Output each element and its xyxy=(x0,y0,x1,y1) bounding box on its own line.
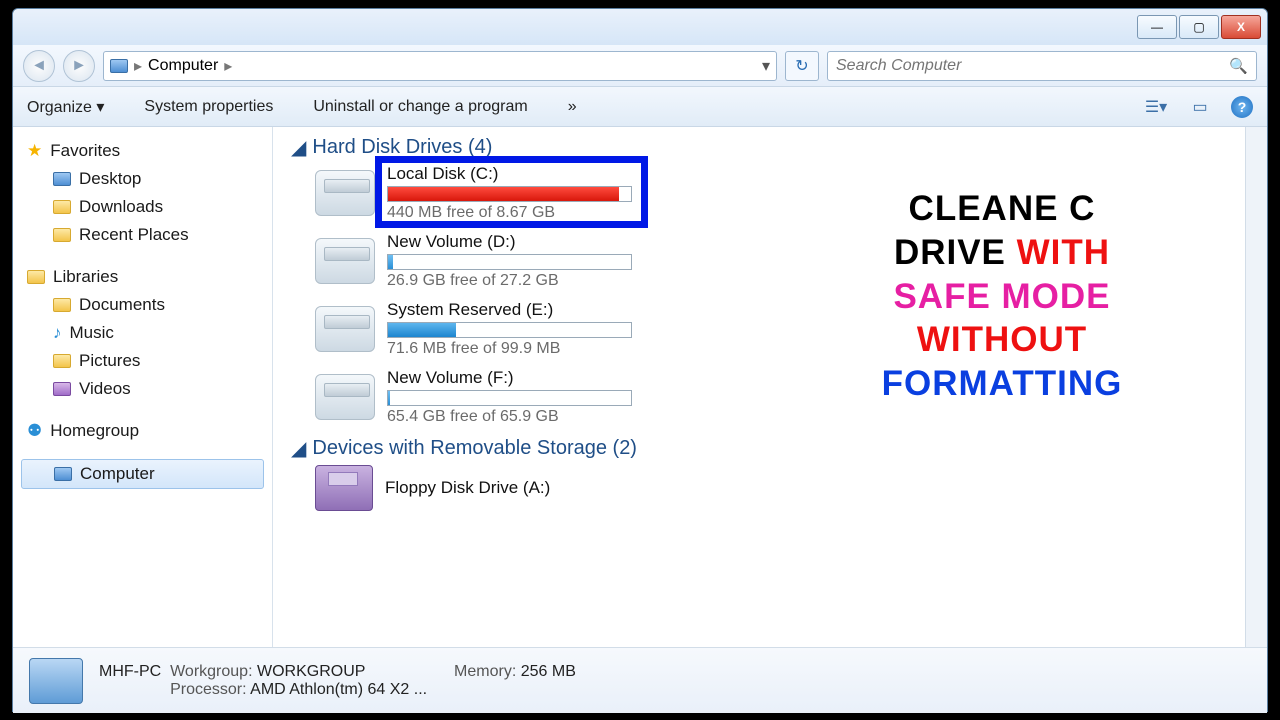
organize-menu[interactable]: Organize ▾ xyxy=(27,97,104,117)
drive-floppy[interactable]: Floppy Disk Drive (A:) xyxy=(315,465,1257,511)
nav-sidebar: ★Favorites Desktop Downloads Recent Plac… xyxy=(13,127,273,647)
forward-button[interactable]: ► xyxy=(63,50,95,82)
search-icon: 🔍 xyxy=(1229,57,1248,75)
libraries-icon xyxy=(27,270,45,284)
hdd-icon xyxy=(315,170,375,216)
pc-name: MHF-PC xyxy=(99,663,161,680)
status-text: MHF-PC Workgroup: WORKGROUP Memory: 256 … xyxy=(99,663,576,699)
drive-free-text: 440 MB free of 8.67 GB xyxy=(387,204,632,222)
sidebar-item-videos[interactable]: Videos xyxy=(13,375,272,403)
documents-icon xyxy=(53,298,71,312)
overlay-caption: CLEANE C DRIVE WITH SAFE MODE WITHOUT FO… xyxy=(807,187,1197,406)
drive-free-text: 71.6 MB free of 99.9 MB xyxy=(387,340,632,358)
sidebar-favorites[interactable]: ★Favorites xyxy=(13,137,272,165)
capacity-bar xyxy=(387,254,632,270)
capacity-bar xyxy=(387,186,632,202)
titlebar: — ▢ X xyxy=(13,9,1267,45)
address-bar[interactable]: ▸ Computer ▸ ▾ xyxy=(103,51,777,81)
preview-pane-icon[interactable]: ▭ xyxy=(1187,95,1213,119)
uninstall-button[interactable]: Uninstall or change a program xyxy=(313,98,527,116)
status-bar: MHF-PC Workgroup: WORKGROUP Memory: 256 … xyxy=(13,647,1267,713)
folder-icon xyxy=(53,200,71,214)
desktop-icon xyxy=(53,172,71,186)
sidebar-item-documents[interactable]: Documents xyxy=(13,291,272,319)
computer-icon xyxy=(54,467,72,481)
sidebar-item-downloads[interactable]: Downloads xyxy=(13,193,272,221)
drive-name: Local Disk (C:) xyxy=(387,164,632,184)
sidebar-item-recent[interactable]: Recent Places xyxy=(13,221,272,249)
computer-icon xyxy=(110,59,128,73)
system-properties-button[interactable]: System properties xyxy=(144,98,273,116)
drive-name: New Volume (F:) xyxy=(387,368,632,388)
address-row: ◄ ► ▸ Computer ▸ ▾ ↻ 🔍 xyxy=(13,45,1267,87)
drive-free-text: 26.9 GB free of 27.2 GB xyxy=(387,272,632,290)
view-options-icon[interactable]: ☰▾ xyxy=(1143,95,1169,119)
capacity-bar xyxy=(387,390,632,406)
close-button[interactable]: X xyxy=(1221,15,1261,39)
drive-name: Floppy Disk Drive (A:) xyxy=(385,478,550,498)
breadcrumb-sep: ▸ xyxy=(224,56,232,76)
sidebar-item-music[interactable]: ♪Music xyxy=(13,319,272,347)
minimize-button[interactable]: — xyxy=(1137,15,1177,39)
star-icon: ★ xyxy=(27,141,42,161)
toolbar: Organize ▾ System properties Uninstall o… xyxy=(13,87,1267,127)
address-dropdown[interactable]: ▾ xyxy=(762,56,770,76)
capacity-bar xyxy=(387,322,632,338)
floppy-icon xyxy=(315,465,373,511)
sidebar-homegroup[interactable]: ⚉Homegroup xyxy=(13,417,272,445)
hdd-section-header[interactable]: ◢Hard Disk Drives (4) xyxy=(291,135,1257,160)
removable-section-header[interactable]: ◢Devices with Removable Storage (2) xyxy=(291,436,1257,461)
hdd-icon xyxy=(315,374,375,420)
collapse-icon: ◢ xyxy=(291,135,306,160)
videos-icon xyxy=(53,382,71,396)
drive-name: System Reserved (E:) xyxy=(387,300,632,320)
pictures-icon xyxy=(53,354,71,368)
breadcrumb-sep: ▸ xyxy=(134,56,142,76)
music-icon: ♪ xyxy=(53,323,62,343)
hdd-icon xyxy=(315,306,375,352)
search-input[interactable] xyxy=(836,57,1229,75)
sidebar-item-pictures[interactable]: Pictures xyxy=(13,347,272,375)
hdd-icon xyxy=(315,238,375,284)
collapse-icon: ◢ xyxy=(291,436,306,461)
search-box[interactable]: 🔍 xyxy=(827,51,1257,81)
refresh-button[interactable]: ↻ xyxy=(785,51,819,81)
sidebar-libraries[interactable]: Libraries xyxy=(13,263,272,291)
breadcrumb-root[interactable]: Computer xyxy=(148,57,218,75)
homegroup-icon: ⚉ xyxy=(27,421,42,441)
folder-icon xyxy=(53,228,71,242)
sidebar-item-computer[interactable]: Computer xyxy=(21,459,264,489)
maximize-button[interactable]: ▢ xyxy=(1179,15,1219,39)
explorer-window: — ▢ X ◄ ► ▸ Computer ▸ ▾ ↻ 🔍 Organize ▾ … xyxy=(12,8,1268,712)
scrollbar[interactable] xyxy=(1245,127,1267,647)
toolbar-overflow[interactable]: » xyxy=(568,98,577,116)
help-icon[interactable]: ? xyxy=(1231,96,1253,118)
sidebar-item-desktop[interactable]: Desktop xyxy=(13,165,272,193)
drive-name: New Volume (D:) xyxy=(387,232,632,252)
pc-icon xyxy=(29,658,83,704)
back-button[interactable]: ◄ xyxy=(23,50,55,82)
drive-free-text: 65.4 GB free of 65.9 GB xyxy=(387,408,632,426)
